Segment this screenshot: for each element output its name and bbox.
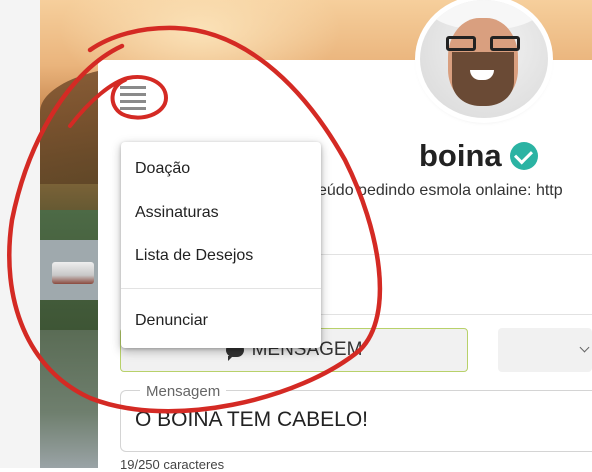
profile-options-menu: Doação Assinaturas Lista de Desejos Denu… <box>121 142 321 348</box>
verified-check-icon <box>509 142 538 170</box>
profile-name: boina <box>419 138 538 174</box>
avatar[interactable] <box>420 0 548 118</box>
menu-item-donation[interactable]: Doação <box>135 160 190 178</box>
page-left-margin <box>0 0 40 468</box>
profile-name-text: boina <box>419 138 502 173</box>
hamburger-menu-icon[interactable] <box>120 86 146 110</box>
message-field-value[interactable]: O BOINA TEM CABELO! <box>135 408 368 432</box>
menu-item-wishlist[interactable]: Lista de Desejos <box>135 247 253 265</box>
menu-item-subscriptions[interactable]: Assinaturas <box>135 204 219 222</box>
message-field-label: Mensagem <box>140 383 227 400</box>
chevron-down-icon <box>579 342 590 353</box>
menu-item-report[interactable]: Denunciar <box>135 312 208 330</box>
secondary-action-button[interactable] <box>498 328 592 372</box>
menu-divider <box>121 288 321 289</box>
banner-ship <box>52 262 94 284</box>
character-counter: 19/250 caracteres <box>120 457 225 472</box>
profile-bio: eúdo pedindo esmola onlaine: http <box>318 182 563 199</box>
banner-shore <box>40 330 100 468</box>
divider <box>320 254 592 255</box>
divider <box>320 314 592 315</box>
